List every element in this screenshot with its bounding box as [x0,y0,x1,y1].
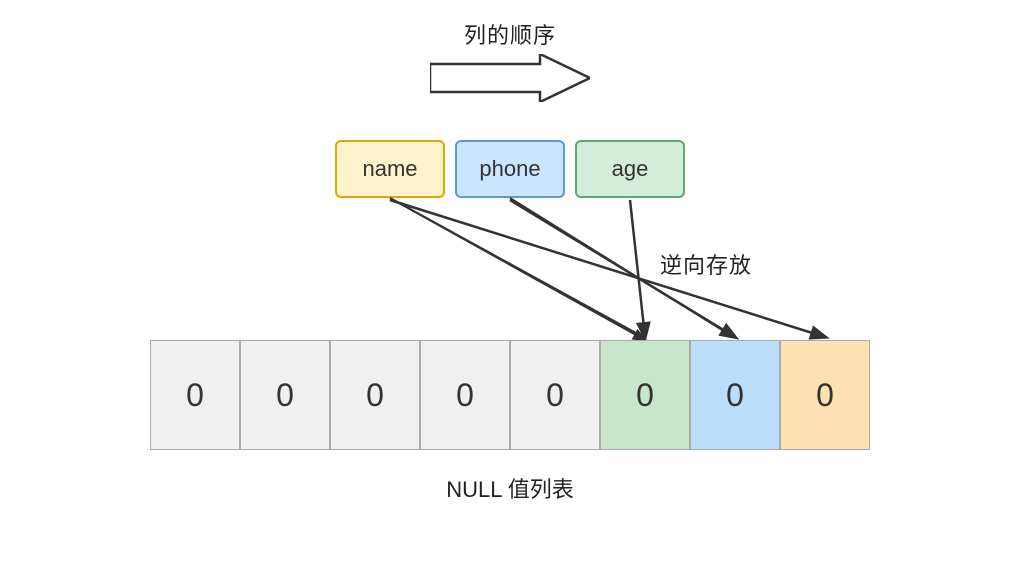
cell-1: 0 [240,340,330,450]
col-phone-box: phone [455,140,565,198]
cell-6-blue: 0 [690,340,780,450]
arrow-shape [430,54,590,102]
cell-4: 0 [510,340,600,450]
cell-0: 0 [150,340,240,450]
columns-row: name phone age [335,140,685,198]
arrow-section: 列的顺序 [430,18,590,102]
col-age-box: age [575,140,685,198]
caption: NULL 值列表 [150,472,870,504]
cell-2: 0 [330,340,420,450]
cell-7-orange: 0 [780,340,870,450]
main-container: 列的顺序 name phone age 逆向存放 [0,0,1020,582]
cells-row: 0 0 0 0 0 0 0 0 [150,340,870,450]
cell-3: 0 [420,340,510,450]
reverse-label: 逆向存放 [660,248,752,280]
arrow-label: 列的顺序 [464,18,556,50]
col-name-box: name [335,140,445,198]
cell-5-green: 0 [600,340,690,450]
